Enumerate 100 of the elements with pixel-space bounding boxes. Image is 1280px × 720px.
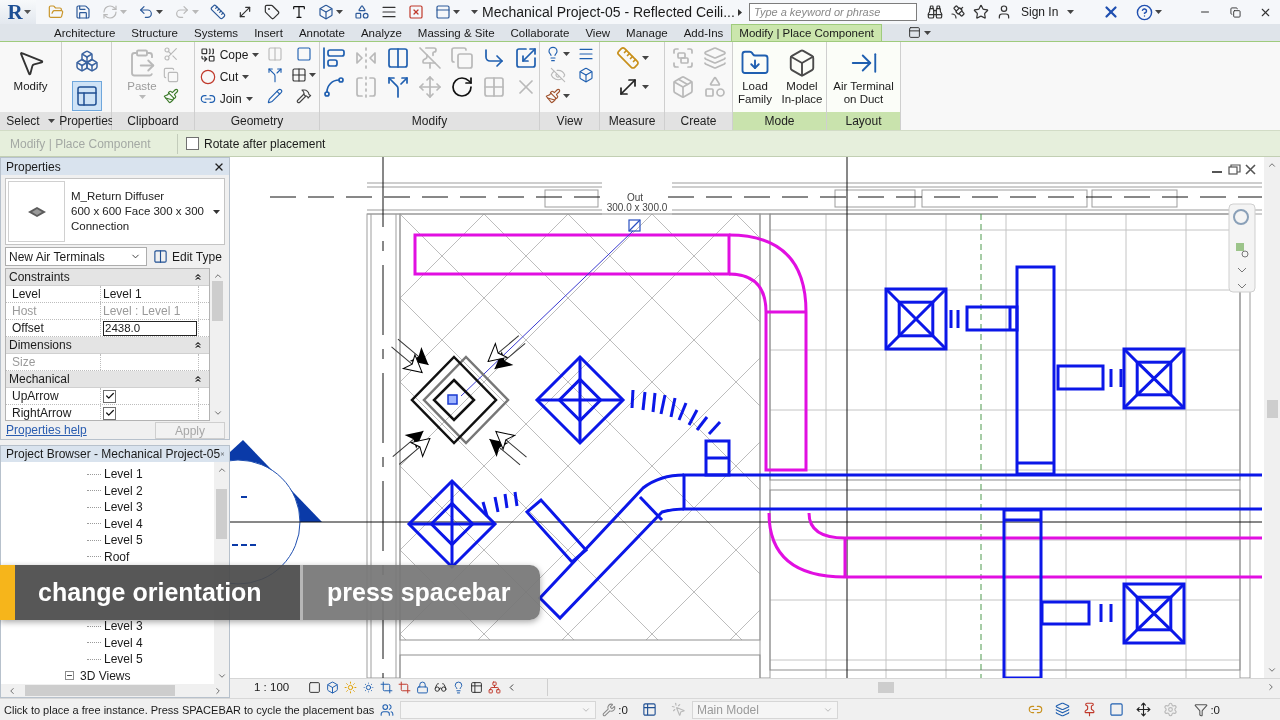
undo-icon[interactable] bbox=[138, 4, 154, 20]
ribbon-tab[interactable]: Analyze bbox=[352, 24, 410, 41]
text-icon[interactable] bbox=[291, 4, 307, 20]
caret-icon[interactable] bbox=[563, 94, 570, 98]
binoculars-icon[interactable] bbox=[927, 4, 943, 20]
pin-icon[interactable] bbox=[1082, 702, 1098, 717]
align-icon[interactable] bbox=[321, 46, 346, 70]
user-icon[interactable] bbox=[996, 4, 1012, 20]
ribbon-tab[interactable]: Add-Ins bbox=[675, 24, 732, 41]
ruler-icon[interactable] bbox=[210, 4, 226, 20]
tag-icon[interactable] bbox=[264, 4, 280, 20]
curve-icon[interactable] bbox=[321, 75, 346, 99]
lines-icon[interactable] bbox=[578, 46, 594, 62]
ribbon-tab[interactable]: Massing & Site bbox=[409, 24, 503, 41]
caret-icon[interactable] bbox=[641, 56, 649, 60]
diagonal-arrow-icon[interactable] bbox=[237, 4, 253, 20]
window-icon[interactable] bbox=[435, 4, 451, 20]
caret-icon[interactable] bbox=[1155, 10, 1162, 14]
square-x-icon[interactable] bbox=[408, 4, 424, 20]
toggle-button[interactable] bbox=[71, 81, 102, 111]
tree-item[interactable]: Level 2 bbox=[104, 483, 143, 498]
help-icon[interactable] bbox=[1136, 3, 1153, 21]
restore-icon[interactable] bbox=[1228, 164, 1241, 175]
caret-icon[interactable] bbox=[453, 10, 460, 14]
satellite-icon[interactable] bbox=[950, 4, 966, 20]
checkbox[interactable] bbox=[186, 137, 199, 150]
caret-icon[interactable] bbox=[336, 10, 343, 14]
ribbon-tab[interactable]: Systems bbox=[186, 24, 247, 41]
tree-item[interactable]: Level 1 bbox=[104, 467, 143, 482]
paintbrush-icon[interactable] bbox=[163, 88, 179, 104]
checkbox[interactable] bbox=[103, 389, 116, 403]
lock-icon[interactable] bbox=[416, 680, 430, 694]
ribbon-button[interactable]: Cope bbox=[197, 46, 262, 64]
scrollbar-thumb[interactable] bbox=[25, 685, 175, 696]
paintbrush-icon[interactable] bbox=[545, 88, 561, 104]
edit-type-button[interactable]: Edit Type bbox=[151, 249, 224, 264]
lightbulb-icon[interactable] bbox=[545, 46, 561, 62]
cube-icon[interactable] bbox=[326, 680, 340, 694]
filter-icon[interactable] bbox=[1194, 702, 1209, 717]
square-icon[interactable] bbox=[308, 680, 322, 694]
flip-control-arrow[interactable] bbox=[488, 430, 527, 466]
scroll-down-icon[interactable] bbox=[1267, 665, 1277, 675]
pencil-icon[interactable] bbox=[267, 88, 284, 104]
view-scale[interactable]: 1 : 100 bbox=[254, 681, 290, 693]
caret-icon[interactable] bbox=[156, 10, 163, 14]
tree-item[interactable]: Level 3 bbox=[104, 500, 143, 515]
type-selector[interactable]: M_Return Diffuser 600 x 600 Face 300 x 300 Connection bbox=[5, 178, 225, 245]
ribbon-tab[interactable]: Insert bbox=[246, 24, 291, 41]
collapse-box-icon[interactable] bbox=[65, 671, 74, 681]
tree-item[interactable]: Level 4 bbox=[104, 516, 143, 531]
users-icon[interactable] bbox=[380, 702, 395, 717]
scrollbar-thumb[interactable] bbox=[878, 681, 894, 693]
columns-icon[interactable] bbox=[385, 46, 410, 70]
ribbon-button[interactable]: Modify bbox=[13, 46, 48, 95]
table-icon[interactable] bbox=[641, 702, 657, 717]
checkbox[interactable] bbox=[103, 406, 116, 420]
property-input[interactable]: 2438.0 bbox=[103, 320, 197, 336]
caret-icon[interactable] bbox=[738, 8, 742, 16]
rotate-icon[interactable] bbox=[449, 75, 474, 99]
scrollbar-thumb[interactable] bbox=[216, 489, 227, 539]
ribbon-tab[interactable]: Modify | Place Component bbox=[731, 24, 882, 41]
caret-icon[interactable] bbox=[213, 209, 220, 214]
window-icon[interactable] bbox=[908, 26, 921, 39]
move-icon[interactable] bbox=[1136, 702, 1152, 717]
ribbon-button[interactable]: Load Family bbox=[734, 46, 776, 108]
wrench-icon[interactable] bbox=[602, 702, 617, 717]
caret-icon[interactable] bbox=[309, 73, 317, 77]
glasses-icon[interactable] bbox=[434, 680, 448, 694]
sign-in-button[interactable]: Sign In bbox=[1019, 5, 1061, 19]
ribbon-tab[interactable]: Structure bbox=[123, 24, 187, 41]
property-group-header[interactable]: Constraints bbox=[6, 269, 209, 286]
crop-icon[interactable] bbox=[398, 680, 412, 694]
save-icon[interactable] bbox=[75, 4, 91, 20]
restore-icon[interactable] bbox=[1229, 6, 1241, 18]
scroll-right-icon[interactable] bbox=[1266, 682, 1276, 692]
caret-icon[interactable] bbox=[563, 52, 570, 56]
split-icon[interactable] bbox=[267, 67, 284, 83]
scroll-right-icon[interactable] bbox=[213, 685, 223, 696]
scrollbar-thumb[interactable] bbox=[212, 281, 223, 321]
hammer-icon[interactable] bbox=[295, 88, 312, 104]
caret-icon[interactable] bbox=[47, 119, 55, 123]
search-field[interactable]: Type a keyword or phrase bbox=[749, 3, 917, 21]
scroll-up-icon[interactable] bbox=[212, 271, 223, 281]
collapse-chevrons-icon[interactable] bbox=[193, 272, 203, 282]
ribbon-tab[interactable]: Architecture bbox=[46, 24, 124, 41]
caret-icon[interactable] bbox=[924, 30, 931, 35]
cube-icon[interactable] bbox=[318, 4, 334, 20]
scroll-up-icon[interactable] bbox=[1267, 160, 1277, 170]
scroll-down-icon[interactable] bbox=[212, 408, 223, 418]
star-icon[interactable] bbox=[973, 4, 989, 20]
flip-control-arrow[interactable] bbox=[392, 430, 431, 465]
tree-item[interactable]: Level 5 bbox=[104, 533, 143, 548]
instance-filter-dropdown[interactable]: New Air Terminals bbox=[5, 247, 147, 266]
collapse-chevrons-icon[interactable] bbox=[193, 374, 203, 384]
scale-icon[interactable] bbox=[513, 46, 538, 70]
ribbon-button[interactable]: Cut bbox=[197, 68, 262, 86]
grid-icon[interactable] bbox=[291, 67, 308, 83]
tree-item[interactable]: Level 4 bbox=[104, 635, 143, 650]
close-icon[interactable] bbox=[1245, 164, 1256, 175]
split-icon[interactable] bbox=[385, 75, 410, 99]
